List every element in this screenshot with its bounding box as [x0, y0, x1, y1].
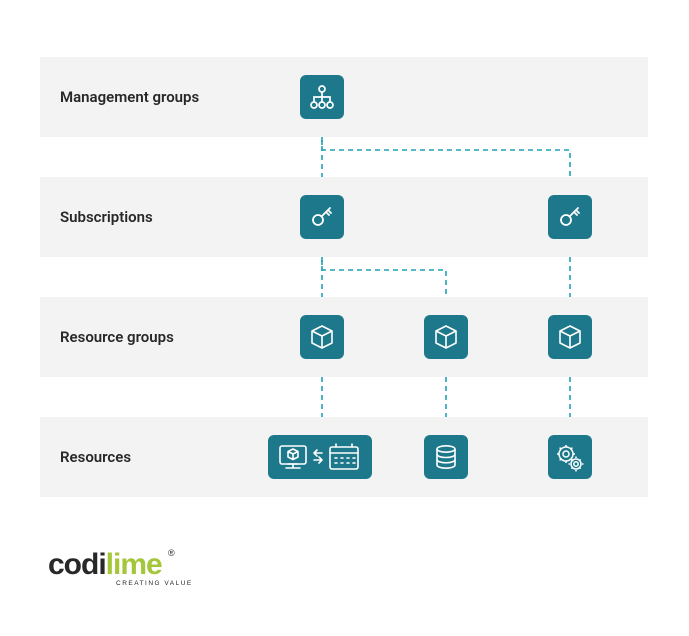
- svg-text:codilime: codilime: [48, 548, 162, 581]
- key-icon: [556, 203, 584, 231]
- resource-group-tile-2: [424, 315, 468, 359]
- hierarchy-icon: [308, 83, 336, 111]
- diagram-container: Management groups Subscriptions: [0, 0, 689, 636]
- key-icon: [308, 203, 336, 231]
- cube-icon: [308, 323, 336, 351]
- row-label-resource-groups: Resource groups: [60, 328, 280, 346]
- database-icon: [432, 443, 460, 471]
- resource-group-tile-1: [300, 315, 344, 359]
- gears-icon: [555, 442, 585, 472]
- row-label-management-groups: Management groups: [60, 88, 280, 106]
- cube-icon: [432, 323, 460, 351]
- row-label-resources: Resources: [60, 448, 280, 466]
- management-group-tile: [300, 75, 344, 119]
- resource-compute-tile: [268, 435, 372, 479]
- subscription-tile-1: [300, 195, 344, 239]
- row-label-subscriptions: Subscriptions: [60, 208, 280, 226]
- cube-icon: [556, 323, 584, 351]
- compute-calendar-icon: [274, 440, 366, 474]
- resource-group-tile-3: [548, 315, 592, 359]
- codilime-logo: codilime ® CREATING VALUE: [48, 546, 208, 590]
- logo-tagline: CREATING VALUE: [116, 580, 193, 587]
- subscription-tile-2: [548, 195, 592, 239]
- svg-text:®: ®: [168, 548, 175, 558]
- resource-database-tile: [424, 435, 468, 479]
- row-management-groups: Management groups: [40, 57, 648, 137]
- resource-cog-tile: [548, 435, 592, 479]
